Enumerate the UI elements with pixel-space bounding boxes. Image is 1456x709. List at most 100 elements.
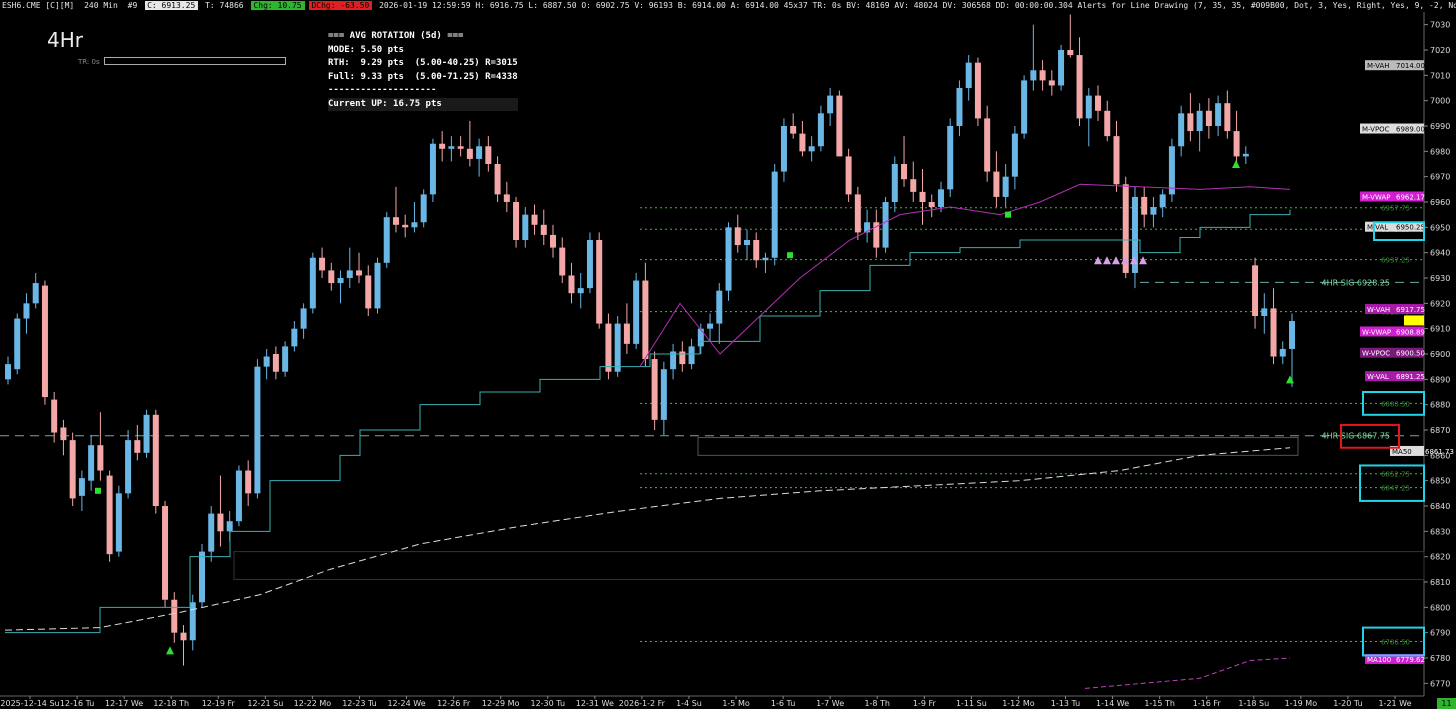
candle-body [494, 164, 501, 195]
close-value: C: 6913.25 [145, 1, 199, 10]
x-tick-label: 1-9 Fr [913, 699, 937, 708]
y-tick-label: 6900 [1430, 350, 1450, 359]
candle-body [679, 351, 686, 365]
candle-body [365, 275, 372, 309]
candle-body [623, 323, 630, 344]
candle-body [743, 240, 750, 246]
candle-body [300, 308, 307, 329]
level-name: M-VPOC [1362, 126, 1390, 134]
candle-body [1011, 133, 1018, 177]
y-tick-label: 6980 [1430, 147, 1450, 156]
candle-body [309, 257, 316, 309]
candle-body [1095, 95, 1102, 111]
symbol-label[interactable]: ESH6.CME [C][M] [0, 1, 77, 10]
candle-body [780, 126, 787, 172]
candle-body [1150, 207, 1157, 215]
level-value: 6779.62 [1396, 656, 1425, 664]
candle [596, 232, 603, 329]
candle-body [319, 257, 326, 271]
candle-body [189, 602, 196, 641]
x-tick-label: 12-22 Mo [294, 699, 332, 708]
level-value: 6900.50 [1396, 350, 1425, 358]
candle-body [974, 62, 981, 119]
ticks-value: T: 74866 [205, 1, 244, 10]
y-tick-label: 6800 [1430, 603, 1450, 612]
candle-body [1159, 194, 1166, 208]
dotted-level-label: 6852.75 [1381, 471, 1410, 479]
interval-label[interactable]: 240 Min [82, 1, 121, 10]
level-name: M-VWAP [1362, 194, 1391, 202]
candle-body [1205, 110, 1212, 126]
candle [106, 470, 113, 562]
candle-body [466, 148, 473, 159]
signal-square-icon [787, 252, 793, 259]
y-tick-label: 6970 [1430, 173, 1450, 182]
candle [947, 118, 954, 197]
rotation-current: Current UP: 16.75 pts [328, 97, 518, 111]
x-tick-label: 12-17 We [105, 699, 143, 708]
candle [69, 432, 76, 506]
candle-body [937, 189, 944, 208]
candle-body [60, 427, 67, 441]
candle-body [162, 506, 169, 600]
candle-body [208, 513, 215, 552]
candle-body [1215, 103, 1222, 126]
candle-body [901, 164, 908, 180]
change-value: Chg: 10.75 [251, 1, 305, 10]
candle [1131, 186, 1138, 289]
x-tick-label: 1-20 Tu [1333, 699, 1362, 708]
y-tick-label: 6930 [1430, 274, 1450, 283]
level-name: W-VWAP [1362, 328, 1391, 336]
x-tick-label: 2025-12-14 Su [0, 699, 59, 708]
candle-body [69, 440, 76, 499]
candle-body [429, 143, 436, 195]
candle-body [1058, 50, 1065, 86]
candle-body [817, 113, 824, 147]
price-chart[interactable]: 6770678067906800681068206830684068506860… [0, 0, 1456, 709]
x-tick-label: 1-13 Tu [1051, 699, 1080, 708]
x-tick-label: 12-31 We [576, 699, 614, 708]
candle-body [1021, 80, 1028, 134]
candle-body [1076, 55, 1083, 119]
candle-body [115, 493, 122, 552]
candle [125, 430, 132, 499]
x-tick-label: 1-16 Fr [1193, 699, 1222, 708]
candle [143, 409, 150, 458]
x-tick-label: 12-26 Fr [437, 699, 471, 708]
y-tick-label: 6830 [1430, 527, 1450, 536]
level-value: 6917.75 [1396, 306, 1425, 314]
candle [14, 313, 21, 375]
level-value: 6891.25 [1396, 373, 1425, 381]
level-name: W-VPOC [1362, 350, 1390, 358]
candle-body [5, 364, 11, 380]
y-tick-label: 6880 [1430, 401, 1450, 410]
candle-body [845, 156, 852, 195]
candle-body [180, 632, 187, 641]
candle-body [586, 240, 593, 289]
candle-body [697, 328, 704, 347]
candle-body [984, 118, 991, 172]
sig-level-label: 4HR SIG 6928.25 [1322, 278, 1390, 287]
rotation-rth: RTH: 9.29 pts (5.00-40.25) R=3015 [328, 58, 518, 68]
candle [152, 409, 159, 514]
x-tick-label: 12-21 Su [247, 699, 283, 708]
candle [836, 90, 843, 157]
y-tick-label: 6950 [1430, 223, 1450, 232]
candle-body [263, 356, 270, 367]
candle-body [420, 194, 427, 223]
candle [374, 257, 381, 314]
candle-body [503, 194, 510, 202]
candle-body [485, 146, 492, 164]
candle [41, 280, 48, 405]
rotation-mode: MODE: 5.50 pts [328, 44, 404, 55]
candle [115, 485, 122, 557]
y-tick-label: 6780 [1430, 654, 1450, 663]
avg-rotation-panel: === AVG ROTATION (5d) === MODE: 5.50 pts… [328, 30, 518, 111]
y-tick-label: 7010 [1430, 71, 1450, 80]
x-tick-label: 12-30 Tu [530, 699, 565, 708]
candle-body [291, 328, 298, 347]
y-tick-label: 6890 [1430, 375, 1450, 384]
candle-body [651, 359, 658, 420]
candle-body [965, 62, 972, 88]
candle-body [1067, 50, 1074, 56]
